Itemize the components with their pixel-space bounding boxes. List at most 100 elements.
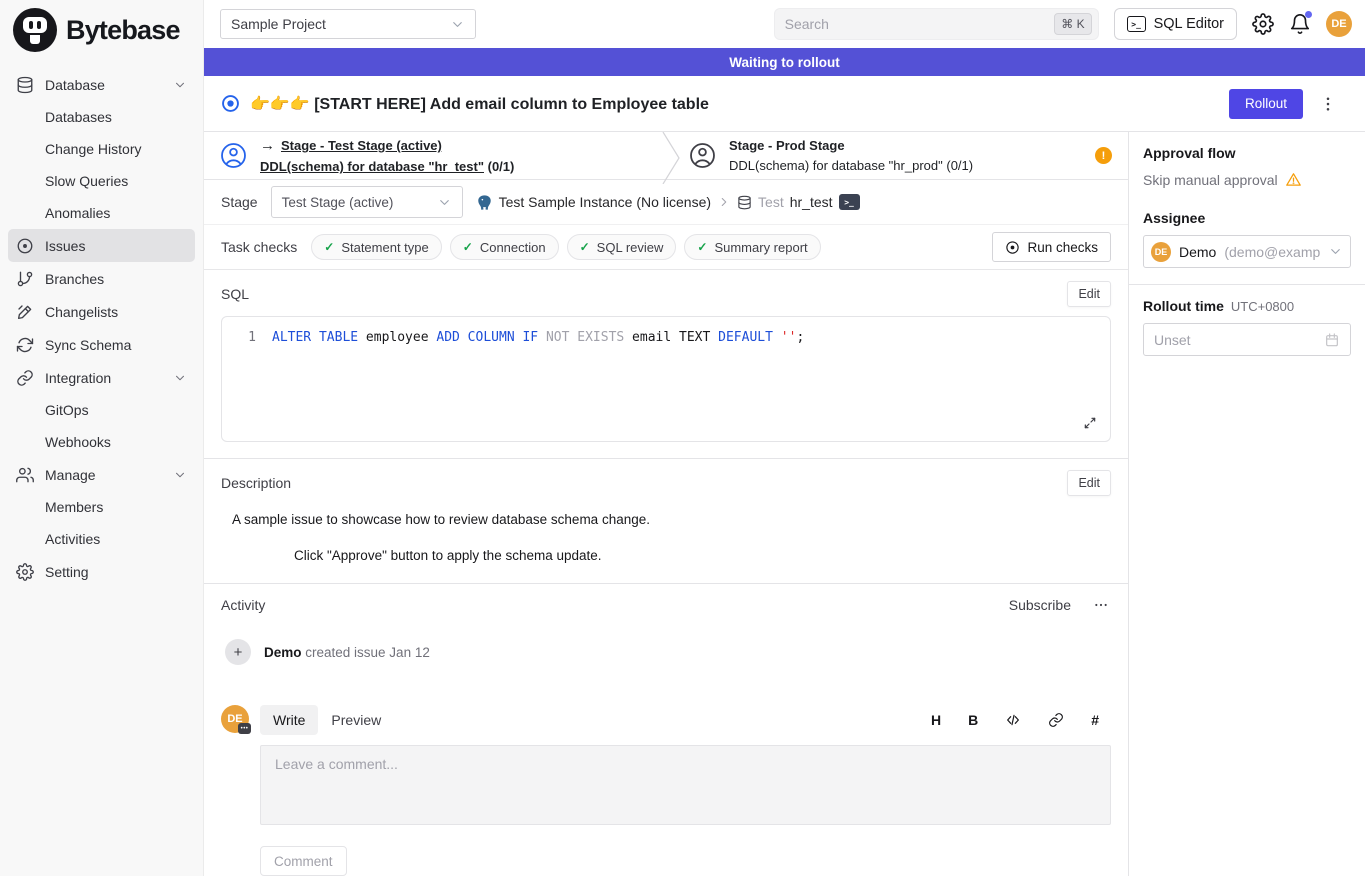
sidebar-item-setting[interactable]: Setting bbox=[8, 555, 195, 588]
sidebar-item-anomalies[interactable]: Anomalies bbox=[8, 197, 195, 229]
database-icon bbox=[16, 76, 34, 94]
sidebar-item-branches[interactable]: Branches bbox=[8, 262, 195, 295]
kebab-menu-icon[interactable] bbox=[1319, 94, 1337, 114]
content-row: → Stage - Test Stage (active) DDL(schema… bbox=[204, 132, 1365, 876]
subscribe-button[interactable]: Subscribe bbox=[1009, 597, 1071, 613]
activity-item: +Demo created issue Jan 12 bbox=[225, 639, 1111, 665]
comment-avatar-wrap: DE ••• bbox=[221, 705, 251, 876]
sql-token: ALTER TABLE bbox=[272, 330, 358, 345]
sidebar-item-label: Database bbox=[45, 77, 105, 93]
main-column: → Stage - Test Stage (active) DDL(schema… bbox=[204, 132, 1128, 876]
chevron-down-icon bbox=[173, 78, 187, 92]
comment-input[interactable] bbox=[260, 745, 1111, 825]
notifications-bell-icon[interactable] bbox=[1289, 13, 1311, 35]
stage-name: Stage - Prod Stage bbox=[729, 137, 845, 155]
sidebar-item-changelists[interactable]: Changelists bbox=[8, 295, 195, 328]
check-pill-label: SQL review bbox=[597, 240, 664, 255]
project-selector-value: Sample Project bbox=[231, 16, 326, 32]
format-toolbar: H B # bbox=[931, 712, 1111, 728]
heading-icon[interactable]: H bbox=[931, 712, 941, 728]
side-panel: Approval flow Skip manual approval Assig… bbox=[1128, 132, 1365, 876]
search-box: ⌘ K bbox=[774, 8, 1099, 40]
run-checks-button[interactable]: Run checks bbox=[992, 232, 1111, 262]
sql-label: SQL bbox=[221, 286, 249, 302]
sidebar-item-label: Integration bbox=[45, 370, 111, 386]
tab-write[interactable]: Write bbox=[260, 705, 318, 735]
warning-triangle-icon bbox=[1285, 171, 1302, 188]
expand-icon[interactable] bbox=[1082, 415, 1098, 431]
sql-code-block[interactable]: 1 ALTER TABLE employee ADD COLUMN IF NOT… bbox=[221, 316, 1111, 442]
sidebar-nav: Database DatabasesChange HistorySlow Quer… bbox=[0, 60, 203, 596]
search-input[interactable] bbox=[774, 8, 1099, 40]
description-edit-button[interactable]: Edit bbox=[1067, 470, 1111, 496]
assignee-label: Assignee bbox=[1143, 210, 1351, 226]
sidebar-item-label: Setting bbox=[45, 564, 89, 580]
open-sql-editor-icon[interactable]: >_ bbox=[839, 194, 860, 210]
instance-link[interactable]: Test Sample Instance (No license) bbox=[499, 194, 711, 210]
sql-token: email TEXT bbox=[624, 330, 718, 345]
sidebar-item-issues[interactable]: Issues bbox=[8, 229, 195, 262]
editor-tabs: Write Preview H B # bbox=[260, 705, 1111, 735]
comment-bubble-icon: ••• bbox=[238, 723, 251, 734]
sidebar-item-slow-queries[interactable]: Slow Queries bbox=[8, 165, 195, 197]
check-pill-label: Statement type bbox=[341, 240, 428, 255]
bytebase-logo[interactable]: Bytebase bbox=[0, 0, 203, 60]
sidebar-item-label: Anomalies bbox=[45, 205, 110, 221]
stage-detail: DDL(schema) for database "hr_test" bbox=[260, 159, 484, 174]
sql-token: '' bbox=[781, 330, 797, 345]
stage-select-value: Test Stage (active) bbox=[282, 195, 394, 210]
sql-edit-button[interactable]: Edit bbox=[1067, 281, 1111, 307]
sidebar-item-database[interactable]: Database bbox=[8, 68, 195, 101]
sidebar-item-members[interactable]: Members bbox=[8, 491, 195, 523]
stage-select[interactable]: Test Stage (active) bbox=[271, 186, 463, 218]
user-avatar[interactable]: DE bbox=[1326, 11, 1352, 37]
project-selector[interactable]: Sample Project bbox=[220, 9, 476, 39]
link-icon[interactable] bbox=[1048, 712, 1064, 728]
app-root: Bytebase Database DatabasesChange History… bbox=[0, 0, 1365, 876]
stage-card-test[interactable]: → Stage - Test Stage (active) DDL(schema… bbox=[204, 132, 662, 179]
approval-flow-value: Skip manual approval bbox=[1143, 172, 1278, 188]
stage-progress: (0/1) bbox=[488, 159, 515, 174]
sidebar-item-change-history[interactable]: Change History bbox=[8, 133, 195, 165]
sidebar-item-databases[interactable]: Databases bbox=[8, 101, 195, 133]
comment-editor: DE ••• Write Preview H B # Comment bbox=[204, 665, 1128, 876]
users-icon bbox=[16, 466, 34, 484]
task-checks-label: Task checks bbox=[221, 239, 297, 255]
comment-submit-button[interactable]: Comment bbox=[260, 846, 347, 876]
check-pill-summary-report[interactable]: ✓Summary report bbox=[684, 234, 820, 260]
stage-name: Stage - Test Stage (active) bbox=[281, 137, 442, 155]
sidebar-item-label: Changelists bbox=[45, 304, 118, 320]
sidebar-item-activities[interactable]: Activities bbox=[8, 523, 195, 555]
tab-preview[interactable]: Preview bbox=[318, 705, 394, 735]
bold-icon[interactable]: B bbox=[968, 712, 978, 728]
check-pill-connection[interactable]: ✓Connection bbox=[450, 234, 559, 260]
check-pill-sql-review[interactable]: ✓SQL review bbox=[567, 234, 677, 260]
sidebar-item-sync-schema[interactable]: Sync Schema bbox=[8, 328, 195, 361]
assignee-name: Demo bbox=[1179, 244, 1216, 260]
activity-timeline: +Demo created issue Jan 12 bbox=[221, 639, 1111, 665]
check-pill-label: Summary report bbox=[714, 240, 807, 255]
rollout-button[interactable]: Rollout bbox=[1229, 89, 1303, 119]
sql-token: ADD COLUMN IF bbox=[436, 330, 538, 345]
sql-editor-button[interactable]: >_ SQL Editor bbox=[1114, 8, 1237, 40]
description-body: A sample issue to showcase how to review… bbox=[221, 512, 1111, 563]
sidebar-item-label: Branches bbox=[45, 271, 104, 287]
sql-editor-label: SQL Editor bbox=[1154, 16, 1224, 32]
rollout-time-input[interactable]: Unset bbox=[1143, 323, 1351, 356]
check-pill-statement-type[interactable]: ✓Statement type bbox=[311, 234, 442, 260]
sidebar-item-manage[interactable]: Manage bbox=[8, 458, 195, 491]
sidebar-item-gitops[interactable]: GitOps bbox=[8, 394, 195, 426]
database-link[interactable]: hr_test bbox=[790, 194, 833, 210]
sidebar-item-webhooks[interactable]: Webhooks bbox=[8, 426, 195, 458]
stage-card-prod[interactable]: Stage - Prod Stage DDL(schema) for datab… bbox=[662, 132, 1095, 179]
settings-gear-icon[interactable] bbox=[1252, 13, 1274, 35]
hashtag-icon[interactable]: # bbox=[1091, 712, 1099, 728]
approval-flow-label: Approval flow bbox=[1143, 145, 1351, 161]
calendar-icon bbox=[1324, 332, 1340, 348]
database-breadcrumb: Test Sample Instance (No license) Test h… bbox=[476, 194, 860, 211]
assignee-select[interactable]: DE Demo (demo@example bbox=[1143, 235, 1351, 268]
sidebar-item-integration[interactable]: Integration bbox=[8, 361, 195, 394]
activity-menu-icon[interactable] bbox=[1091, 597, 1111, 613]
code-icon[interactable] bbox=[1005, 712, 1021, 728]
sidebar-item-label: Webhooks bbox=[45, 434, 111, 450]
